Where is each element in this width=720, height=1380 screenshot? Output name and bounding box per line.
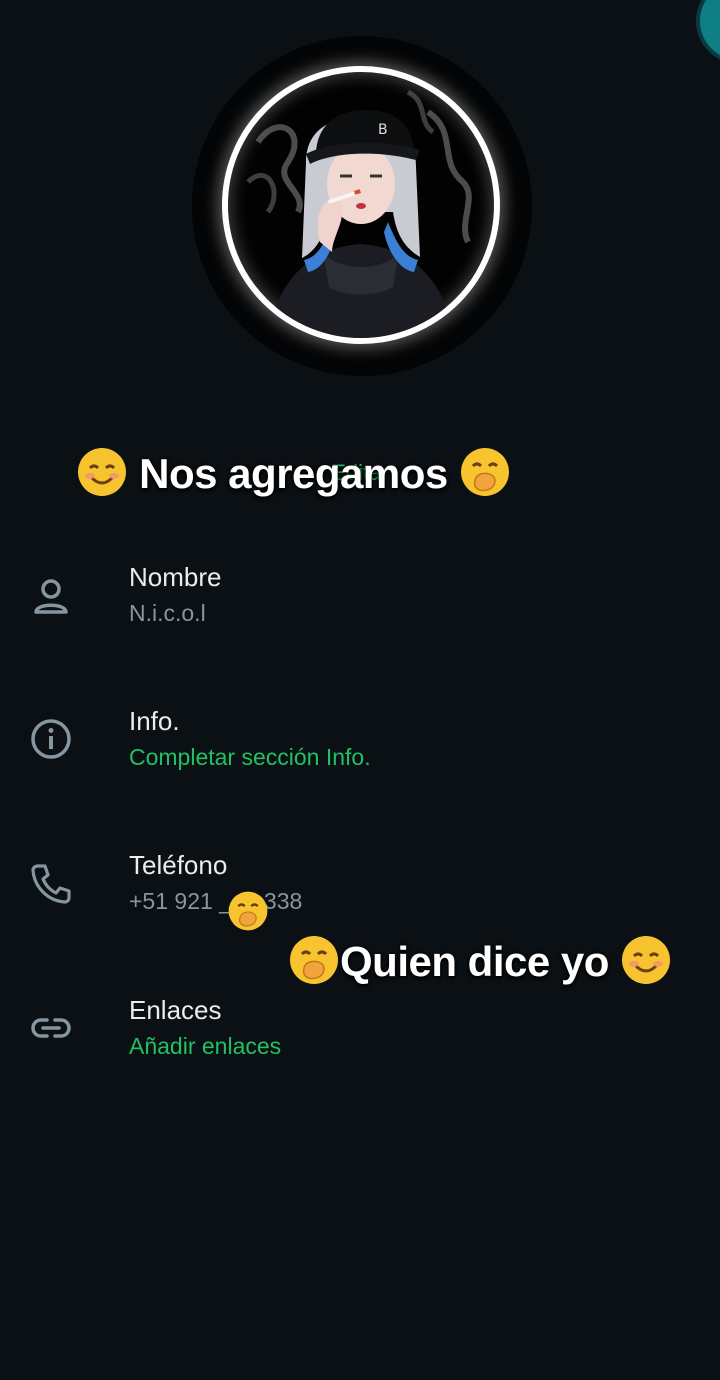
phone-title: Teléfono xyxy=(129,850,228,880)
smiling-face-icon xyxy=(622,936,671,984)
links-row[interactable]: Enlaces Añadir enlaces xyxy=(0,995,720,1095)
profile-photo[interactable]: B xyxy=(192,36,532,376)
caption-top-text: Nos agregamos xyxy=(139,450,448,497)
name-value: N.i.c.o.l xyxy=(129,600,206,626)
caption-middle: Quien dice yo xyxy=(288,934,672,986)
hand-over-mouth-icon xyxy=(290,936,338,984)
links-title: Enlaces xyxy=(129,995,222,1025)
phone-value: +51 921 ___ 338 xyxy=(129,888,303,914)
caption-middle-text: Quien dice yo xyxy=(340,938,609,985)
hand-over-mouth-icon xyxy=(460,448,509,496)
info-complete-link[interactable]: Completar sección Info. xyxy=(129,744,371,771)
phone-icon xyxy=(31,864,71,904)
person-icon xyxy=(34,579,68,614)
svg-text:B: B xyxy=(378,122,388,138)
smiling-face-icon xyxy=(78,448,126,496)
profile-screen: B Editar Nos agregamos Nombre N.i.c.o.l … xyxy=(0,0,720,1380)
corner-badge xyxy=(696,0,720,64)
info-title: Info. xyxy=(129,706,180,736)
hand-over-mouth-icon xyxy=(228,891,268,931)
link-icon xyxy=(31,1018,71,1038)
info-row[interactable]: Info. Completar sección Info. xyxy=(0,706,720,806)
info-icon xyxy=(31,719,71,759)
name-row[interactable]: Nombre N.i.c.o.l xyxy=(0,562,720,662)
caption-top: Nos agregamos xyxy=(76,446,511,498)
avatar-ring: B xyxy=(222,66,500,344)
add-links-link[interactable]: Añadir enlaces xyxy=(129,1033,281,1060)
avatar-illustration: B xyxy=(246,89,472,338)
name-title: Nombre xyxy=(129,562,222,592)
